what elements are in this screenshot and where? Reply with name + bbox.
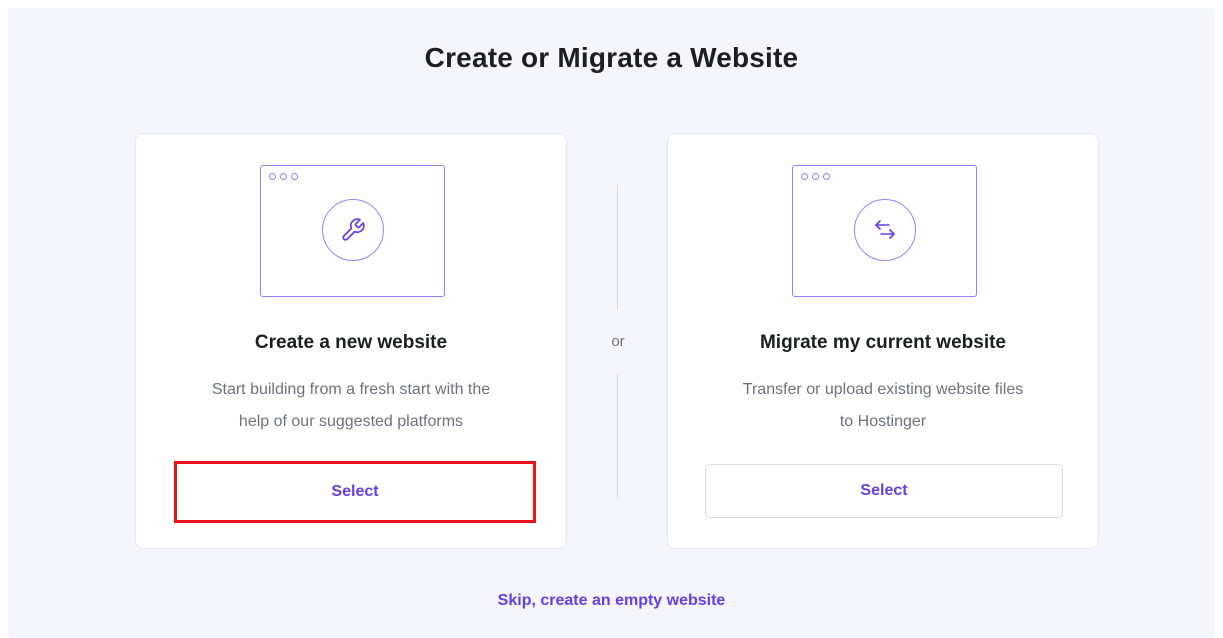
migrate-website-select-button[interactable]: Select xyxy=(705,464,1063,518)
divider-line-bottom xyxy=(617,374,618,499)
create-website-description: Start building from a fresh start with t… xyxy=(156,374,546,438)
migrate-website-title: Migrate my current website xyxy=(759,332,1007,353)
migrate-website-description-line1: Transfer or upload existing website file… xyxy=(742,381,1024,398)
create-website-title: Create a new website xyxy=(254,332,448,353)
page-title: Create or Migrate a Website xyxy=(424,42,799,73)
create-website-description-line1: Start building from a fresh start with t… xyxy=(211,381,491,398)
window-dots xyxy=(801,173,830,180)
create-website-select-button[interactable]: Select xyxy=(174,461,536,523)
divider-line-top xyxy=(617,185,618,310)
create-website-card: Create a new website Start building from… xyxy=(135,133,567,549)
divider-or-label: or xyxy=(611,333,625,350)
create-website-description-line2: help of our suggested platforms xyxy=(238,413,464,430)
browser-window-illustration xyxy=(260,165,445,297)
skip-create-empty-website-link[interactable]: Skip, create an empty website xyxy=(0,592,1223,610)
browser-window-illustration xyxy=(792,165,977,297)
arrows-transfer-icon xyxy=(854,199,916,261)
window-dots xyxy=(269,173,298,180)
migrate-website-description: Transfer or upload existing website file… xyxy=(688,374,1078,438)
migrate-website-card: Migrate my current website Transfer or u… xyxy=(667,133,1099,549)
wrench-icon xyxy=(322,199,384,261)
migrate-website-description-line2: to Hostinger xyxy=(839,413,927,430)
